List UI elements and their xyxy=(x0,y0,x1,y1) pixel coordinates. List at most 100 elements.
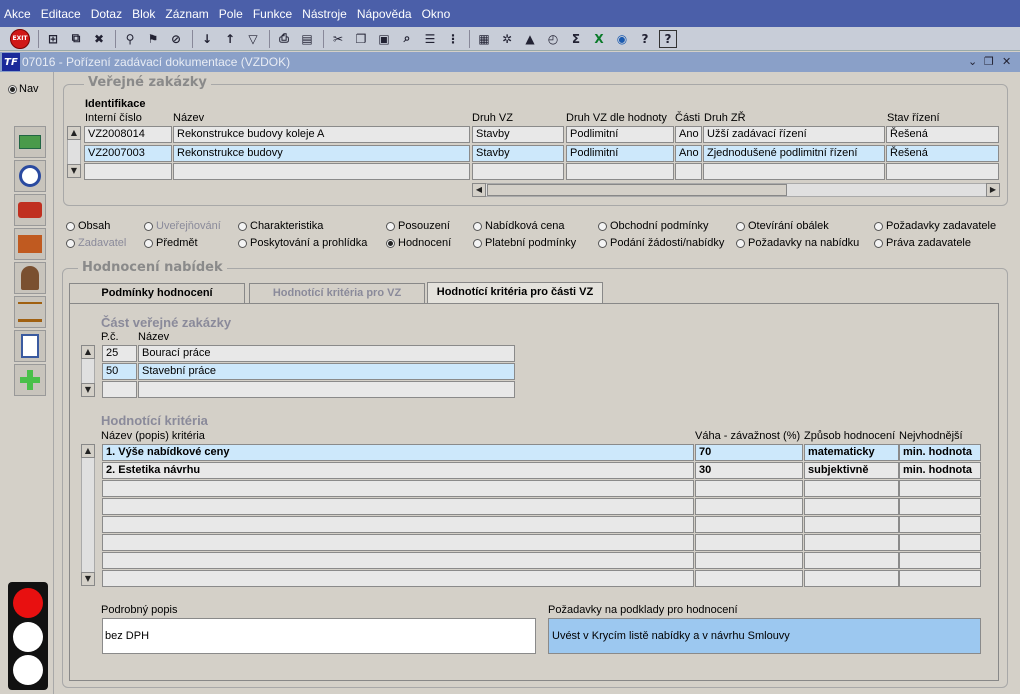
vz-row1-nazev[interactable]: Rekonstrukce budovy koleje A xyxy=(173,126,470,143)
vz-scrollbar[interactable]: ▲ ▼ xyxy=(67,126,81,178)
scroll-up-icon[interactable]: ▲ xyxy=(81,345,95,359)
krit-empty-cell[interactable] xyxy=(695,516,803,533)
radio-obsah[interactable] xyxy=(66,222,75,231)
duplicate-record-icon[interactable]: ⧉ xyxy=(67,30,85,48)
insert-record-icon[interactable]: ⊞ xyxy=(44,30,62,48)
tab-hodnotici-kriteria-vz[interactable]: Hodnotící kritéria pro VZ xyxy=(249,283,425,303)
person-icon[interactable] xyxy=(14,262,46,294)
scroll-thumb[interactable] xyxy=(487,184,787,196)
find-icon[interactable]: ⌕ xyxy=(398,30,416,48)
vz-row1-druh-zr[interactable]: Užší zadávací řízení xyxy=(703,126,885,143)
cast-scrollbar[interactable]: ▲ ▼ xyxy=(81,345,95,397)
krit-empty-cell[interactable] xyxy=(899,534,981,551)
krit-row1-nazev[interactable]: 1. Výše nabídkové ceny xyxy=(102,444,694,461)
krit-empty-cell[interactable] xyxy=(804,498,899,515)
krit-empty-cell[interactable] xyxy=(899,570,981,587)
scroll-up-icon[interactable]: ▲ xyxy=(81,444,95,458)
radio-platebni-podminky[interactable] xyxy=(473,239,482,248)
context-help-icon[interactable]: ? xyxy=(659,29,677,48)
krit-empty-cell[interactable] xyxy=(804,480,899,497)
vz-row2-casti[interactable]: Ano xyxy=(675,145,702,162)
list-icon[interactable]: ☰ xyxy=(421,30,439,48)
krit-empty-cell[interactable] xyxy=(804,570,899,587)
krit-empty-cell[interactable] xyxy=(695,480,803,497)
clock-icon[interactable]: ◴ xyxy=(544,30,562,48)
kriteria-scrollbar[interactable]: ▲ ▼ xyxy=(81,444,95,586)
radio-posouzeni[interactable] xyxy=(386,222,395,231)
cast-row2-pc[interactable]: 50 xyxy=(102,363,137,380)
krit-empty-cell[interactable] xyxy=(804,534,899,551)
paste-icon[interactable]: ▣ xyxy=(375,30,393,48)
cast-row3-pc[interactable] xyxy=(102,381,137,398)
radio-pozadavky-nabidku[interactable] xyxy=(736,239,745,248)
krit-empty-cell[interactable] xyxy=(695,498,803,515)
vz-row2-interni[interactable]: VZ2007003 xyxy=(84,145,172,162)
scroll-up-icon[interactable]: ▲ xyxy=(67,126,81,140)
scroll-left-icon[interactable]: ◀ xyxy=(472,183,486,197)
krit-empty-cell[interactable] xyxy=(899,552,981,569)
scroll-down-icon[interactable]: ▼ xyxy=(81,572,95,586)
vz-horizontal-scrollbar[interactable]: ◀ ▶ xyxy=(472,183,1000,197)
vz-row1-druh-hodnoty[interactable]: Podlimitní xyxy=(566,126,674,143)
radio-pozadavky-zadavatele[interactable] xyxy=(874,222,883,231)
radio-predmet[interactable] xyxy=(144,239,153,248)
menu-napoveda[interactable]: Nápověda xyxy=(357,7,412,21)
krit-empty-cell[interactable] xyxy=(102,534,694,551)
radio-prava-zadavatele[interactable] xyxy=(874,239,883,248)
krit-row1-vaha[interactable]: 70 xyxy=(695,444,803,461)
vz-row3-druh-zr[interactable] xyxy=(703,163,885,180)
menu-nastroje[interactable]: Nástroje xyxy=(302,7,347,21)
menu-pole[interactable]: Pole xyxy=(219,7,243,21)
menu-okno[interactable]: Okno xyxy=(422,7,451,21)
radio-nabidkova-cena[interactable] xyxy=(473,222,482,231)
factory-icon[interactable] xyxy=(14,228,46,260)
krit-empty-cell[interactable] xyxy=(899,480,981,497)
radio-obchodni-podminky[interactable] xyxy=(598,222,607,231)
print-preview-icon[interactable]: ▤ xyxy=(298,30,316,48)
menu-funkce[interactable]: Funkce xyxy=(253,7,292,21)
columns-icon[interactable]: ⋮ xyxy=(444,30,462,48)
query-enter-icon[interactable]: ⚲ xyxy=(121,30,139,48)
radio-hodnoceni[interactable] xyxy=(386,239,395,248)
filter-icon[interactable]: ▽ xyxy=(244,30,262,48)
sum-icon[interactable]: Σ xyxy=(567,30,585,48)
scales-icon[interactable] xyxy=(14,296,46,328)
money-icon[interactable] xyxy=(14,126,46,158)
vz-row1-casti[interactable]: Ano xyxy=(675,126,702,143)
vz-row3-druh-hodnoty[interactable] xyxy=(566,163,674,180)
vz-row3-nazev[interactable] xyxy=(173,163,470,180)
radio-charakteristika[interactable] xyxy=(238,222,247,231)
krit-empty-cell[interactable] xyxy=(102,552,694,569)
radio-poskytovani[interactable] xyxy=(238,239,247,248)
vz-row2-nazev[interactable]: Rekonstrukce budovy xyxy=(173,145,470,162)
vz-row2-druh-hodnoty[interactable]: Podlimitní xyxy=(566,145,674,162)
vz-row1-stav[interactable]: Řešená xyxy=(886,126,999,143)
krit-empty-cell[interactable] xyxy=(695,552,803,569)
krit-row2-zpusob[interactable]: subjektivně xyxy=(804,462,899,479)
tab-hodnotici-kriteria-casti[interactable]: Hodnotící kritéria pro části VZ xyxy=(427,282,603,304)
copy-icon[interactable]: ❐ xyxy=(352,30,370,48)
exit-button[interactable]: EXIT xyxy=(10,28,30,49)
krit-empty-cell[interactable] xyxy=(102,480,694,497)
menu-akce[interactable]: Akce xyxy=(4,7,31,21)
krit-row2-nazev[interactable]: 2. Estetika návrhu xyxy=(102,462,694,479)
excel-icon[interactable]: X xyxy=(590,30,608,48)
help-question-icon[interactable]: ? xyxy=(636,30,654,48)
krit-empty-cell[interactable] xyxy=(804,516,899,533)
vz-row2-stav[interactable]: Řešená xyxy=(886,145,999,162)
krit-empty-cell[interactable] xyxy=(102,498,694,515)
vz-row2-druh[interactable]: Stavby xyxy=(472,145,564,162)
calculator-icon[interactable]: ▦ xyxy=(475,30,493,48)
krit-empty-cell[interactable] xyxy=(102,516,694,533)
pozadavky-podklady-field[interactable]: Uvést v Krycím listě nabídky a v návrhu … xyxy=(548,618,981,654)
cut-icon[interactable]: ✂ xyxy=(329,30,347,48)
minimize-icon[interactable]: ⌄ xyxy=(968,55,977,68)
vz-row1-druh[interactable]: Stavby xyxy=(472,126,564,143)
krit-row2-nejv[interactable]: min. hodnota xyxy=(899,462,981,479)
triangle-icon[interactable]: ▲ xyxy=(521,30,539,48)
radio-zadavatel[interactable] xyxy=(66,239,75,248)
document-icon[interactable] xyxy=(14,330,46,362)
tab-podminky-hodnoceni[interactable]: Podmínky hodnocení xyxy=(69,283,245,303)
sort-descending-icon[interactable]: ↑ xyxy=(221,30,239,48)
krit-empty-cell[interactable] xyxy=(695,570,803,587)
